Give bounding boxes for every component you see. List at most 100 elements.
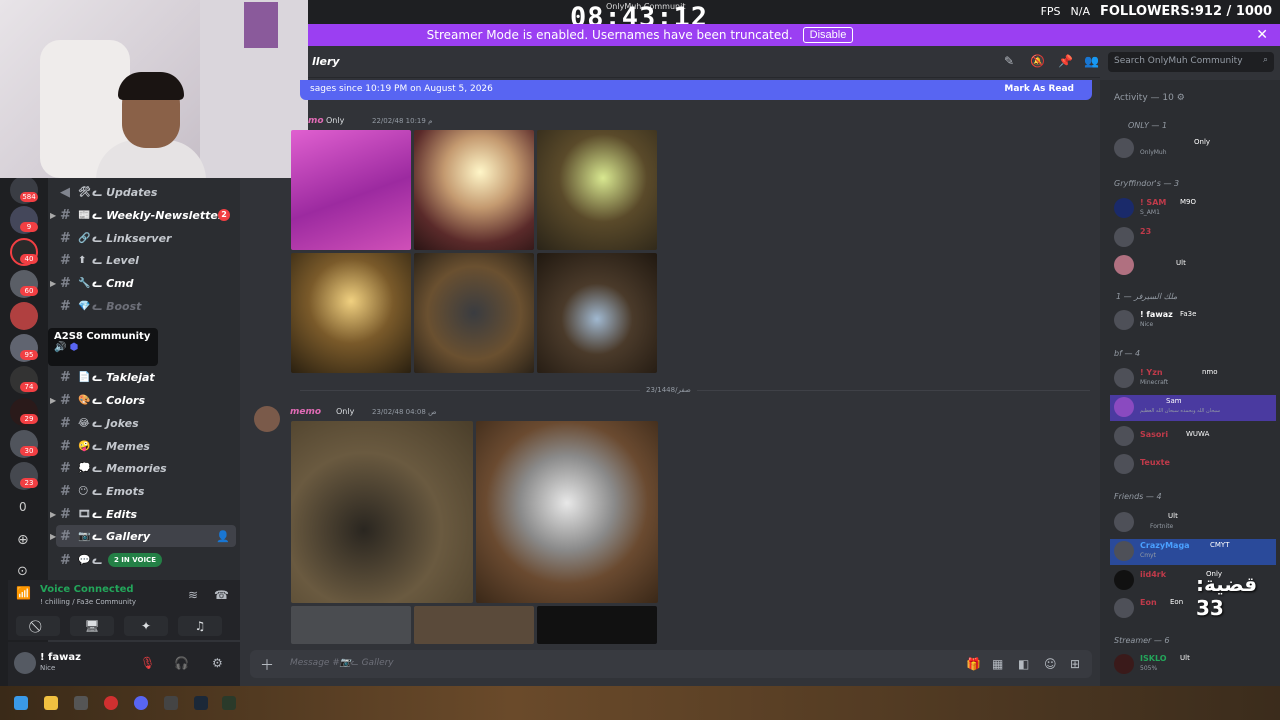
stream-stats: FPS N/A FOLLOWERS:912 / 1000: [1041, 4, 1272, 19]
disconnect-icon[interactable]: ☎: [214, 588, 229, 602]
caret-icon: ▶: [50, 395, 57, 405]
channel-gallery[interactable]: ▶ # 📷 ᓚ Gallery 👤: [50, 525, 236, 547]
channel-updates[interactable]: ◀ 🛠 ᓚ Updates: [56, 181, 236, 203]
sticker-icon[interactable]: ◧: [1018, 657, 1029, 671]
member-item[interactable]: Ult: [1110, 253, 1276, 279]
member-item[interactable]: Ult Fortnite: [1110, 510, 1276, 536]
emoji-icon[interactable]: ☺: [1044, 657, 1057, 671]
new-messages-text: sages since 10:19 PM on August 5, 2026: [310, 84, 493, 94]
channel-edits[interactable]: ▶ # 🎞 ᓚ Edits: [50, 503, 236, 525]
gear-icon[interactable]: ⚙: [212, 656, 223, 670]
channel-label: ᓚ Jokes: [92, 416, 139, 430]
add-server-icon[interactable]: ⊕: [17, 532, 29, 548]
folder-counter[interactable]: 0: [19, 500, 27, 514]
pin-icon[interactable]: 📌: [1058, 54, 1073, 68]
noise-suppression-icon[interactable]: ≋: [188, 588, 198, 602]
voice-channel-name[interactable]: ! chilling / Fa3e Community: [40, 598, 136, 606]
member-item[interactable]: ! SAM M9O S_AM1: [1110, 196, 1276, 222]
member-item[interactable]: ! Yzn nmo Minecraft: [1110, 366, 1276, 392]
message-author[interactable]: memo: [290, 407, 321, 417]
signal-icon[interactable]: 📶: [16, 586, 31, 600]
gallery-image[interactable]: [291, 421, 473, 603]
gallery-image[interactable]: [414, 130, 534, 250]
discover-icon[interactable]: ⊙: [17, 564, 28, 579]
member-item[interactable]: ISKLO Ult 505%: [1110, 652, 1276, 678]
obs-icon[interactable]: [164, 696, 178, 710]
threads-icon[interactable]: ✎: [1004, 54, 1014, 68]
search-input[interactable]: Search OnlyMuh Community ⌕: [1108, 52, 1274, 72]
invite-icon[interactable]: 👤: [216, 530, 230, 543]
new-messages-bar[interactable]: sages since 10:19 PM on August 5, 2026 M…: [300, 80, 1092, 100]
app-icon[interactable]: [74, 696, 88, 710]
shield-icon: ⬢: [69, 342, 79, 353]
followers-counter: FOLLOWERS:912 / 1000: [1100, 4, 1272, 19]
server-icon[interactable]: [10, 302, 38, 330]
gallery-image[interactable]: [414, 253, 534, 373]
member-group-header: ملك السيرفر — 1: [1116, 292, 1178, 301]
activities-button[interactable]: ✦: [124, 616, 168, 636]
channel-boost[interactable]: # 💎 ᓚ Boost: [56, 295, 236, 317]
message-composer[interactable]: ＋ Message #📷ᓚ Gallery 🎁 ▦ ◧ ☺ ⊞: [250, 650, 1092, 678]
windows-start-icon[interactable]: [14, 696, 28, 710]
member-item[interactable]: Teuxte: [1110, 452, 1276, 478]
hash-icon: #: [60, 438, 71, 454]
member-item[interactable]: 23: [1110, 225, 1276, 251]
gallery-image[interactable]: [291, 606, 411, 644]
message-author[interactable]: mo: [308, 116, 324, 126]
discord-icon[interactable]: [134, 696, 148, 710]
channel-jokes[interactable]: # 😂 ᓚ Jokes: [56, 412, 236, 434]
channel-label: ᓚ Memories: [92, 461, 167, 475]
channel-linkserver[interactable]: # 🔗 ᓚ Linkserver: [56, 227, 236, 249]
gif-icon[interactable]: ▦: [992, 657, 1003, 671]
channel-voice[interactable]: # 💬 ᓚ 2 IN VOICE: [56, 549, 236, 571]
gift-icon[interactable]: 🎁: [966, 657, 981, 671]
mark-as-read-button[interactable]: Mark As Read: [1004, 84, 1074, 94]
steam-icon[interactable]: [194, 696, 208, 710]
gallery-image[interactable]: [537, 130, 657, 250]
channel-weekly-newsletter[interactable]: ▶ # 📰 ᓚ Weekly-Newsletter 2: [50, 204, 236, 226]
add-attachment-icon[interactable]: ＋: [260, 655, 274, 675]
member-item[interactable]: Only OnlyMuh: [1110, 136, 1276, 162]
notification-icon[interactable]: 🔕: [1030, 54, 1045, 68]
soundboard-button[interactable]: ♫: [178, 616, 222, 636]
app-icon[interactable]: [222, 696, 236, 710]
channel-memories[interactable]: # 💭 ᓚ Memories: [56, 457, 236, 479]
gallery-image[interactable]: [414, 606, 534, 644]
channel-memes[interactable]: # 🤪 ᓚ Memes: [56, 435, 236, 457]
avatar: [1114, 198, 1134, 218]
member-tag: Ult: [1176, 259, 1186, 267]
avatar: [1114, 310, 1134, 330]
members-icon[interactable]: 👥: [1084, 54, 1099, 68]
headphones-icon[interactable]: 🎧: [174, 656, 189, 670]
avatar[interactable]: [14, 652, 36, 674]
in-voice-pill[interactable]: 2 IN VOICE: [108, 553, 162, 567]
member-item[interactable]: CrazyMaga CMYT Cmyt: [1110, 539, 1276, 565]
file-explorer-icon[interactable]: [44, 696, 58, 710]
camera-off-button[interactable]: ⃠: [16, 616, 60, 636]
username[interactable]: ! fawaz: [40, 652, 81, 663]
channel-cmd[interactable]: ▶ # 🔧 ᓚ Cmd: [50, 272, 236, 294]
channel-label: ᓚ Gallery: [92, 529, 151, 543]
gallery-image[interactable]: [291, 130, 411, 250]
avatar[interactable]: [254, 406, 280, 432]
gear-icon[interactable]: ⚙: [1177, 93, 1185, 103]
channel-taklejat[interactable]: # 📄 ᓚ Taklejat: [56, 366, 236, 388]
member-item[interactable]: Sasori WUWA: [1110, 424, 1276, 450]
channel-colors[interactable]: ▶ # 🎨 ᓚ Colors: [50, 389, 236, 411]
member-item[interactable]: ! fawaz Fa3e Nice: [1110, 308, 1276, 334]
channel-emots[interactable]: # 😶 ᓚ Emots: [56, 480, 236, 502]
apps-icon[interactable]: ⊞: [1070, 657, 1080, 671]
mute-icon[interactable]: 🎙: [140, 656, 155, 670]
browser-icon[interactable]: [104, 696, 118, 710]
gallery-image[interactable]: [291, 253, 411, 373]
gallery-image[interactable]: [537, 606, 657, 644]
screen-share-button[interactable]: 🖥: [70, 616, 114, 636]
channel-level[interactable]: # ⬆ ᓚ Level: [56, 249, 236, 271]
composer-placeholder: Message #📷ᓚ Gallery: [290, 658, 394, 668]
gallery-image[interactable]: [476, 421, 658, 603]
disable-streamer-mode-button[interactable]: Disable: [802, 27, 854, 43]
member-item[interactable]: Sam سبحان الله وبحمده سبحان الله العظيم: [1110, 395, 1276, 421]
gallery-image[interactable]: [537, 253, 657, 373]
close-icon[interactable]: ✕: [1256, 27, 1268, 43]
avatar: [1114, 541, 1134, 561]
